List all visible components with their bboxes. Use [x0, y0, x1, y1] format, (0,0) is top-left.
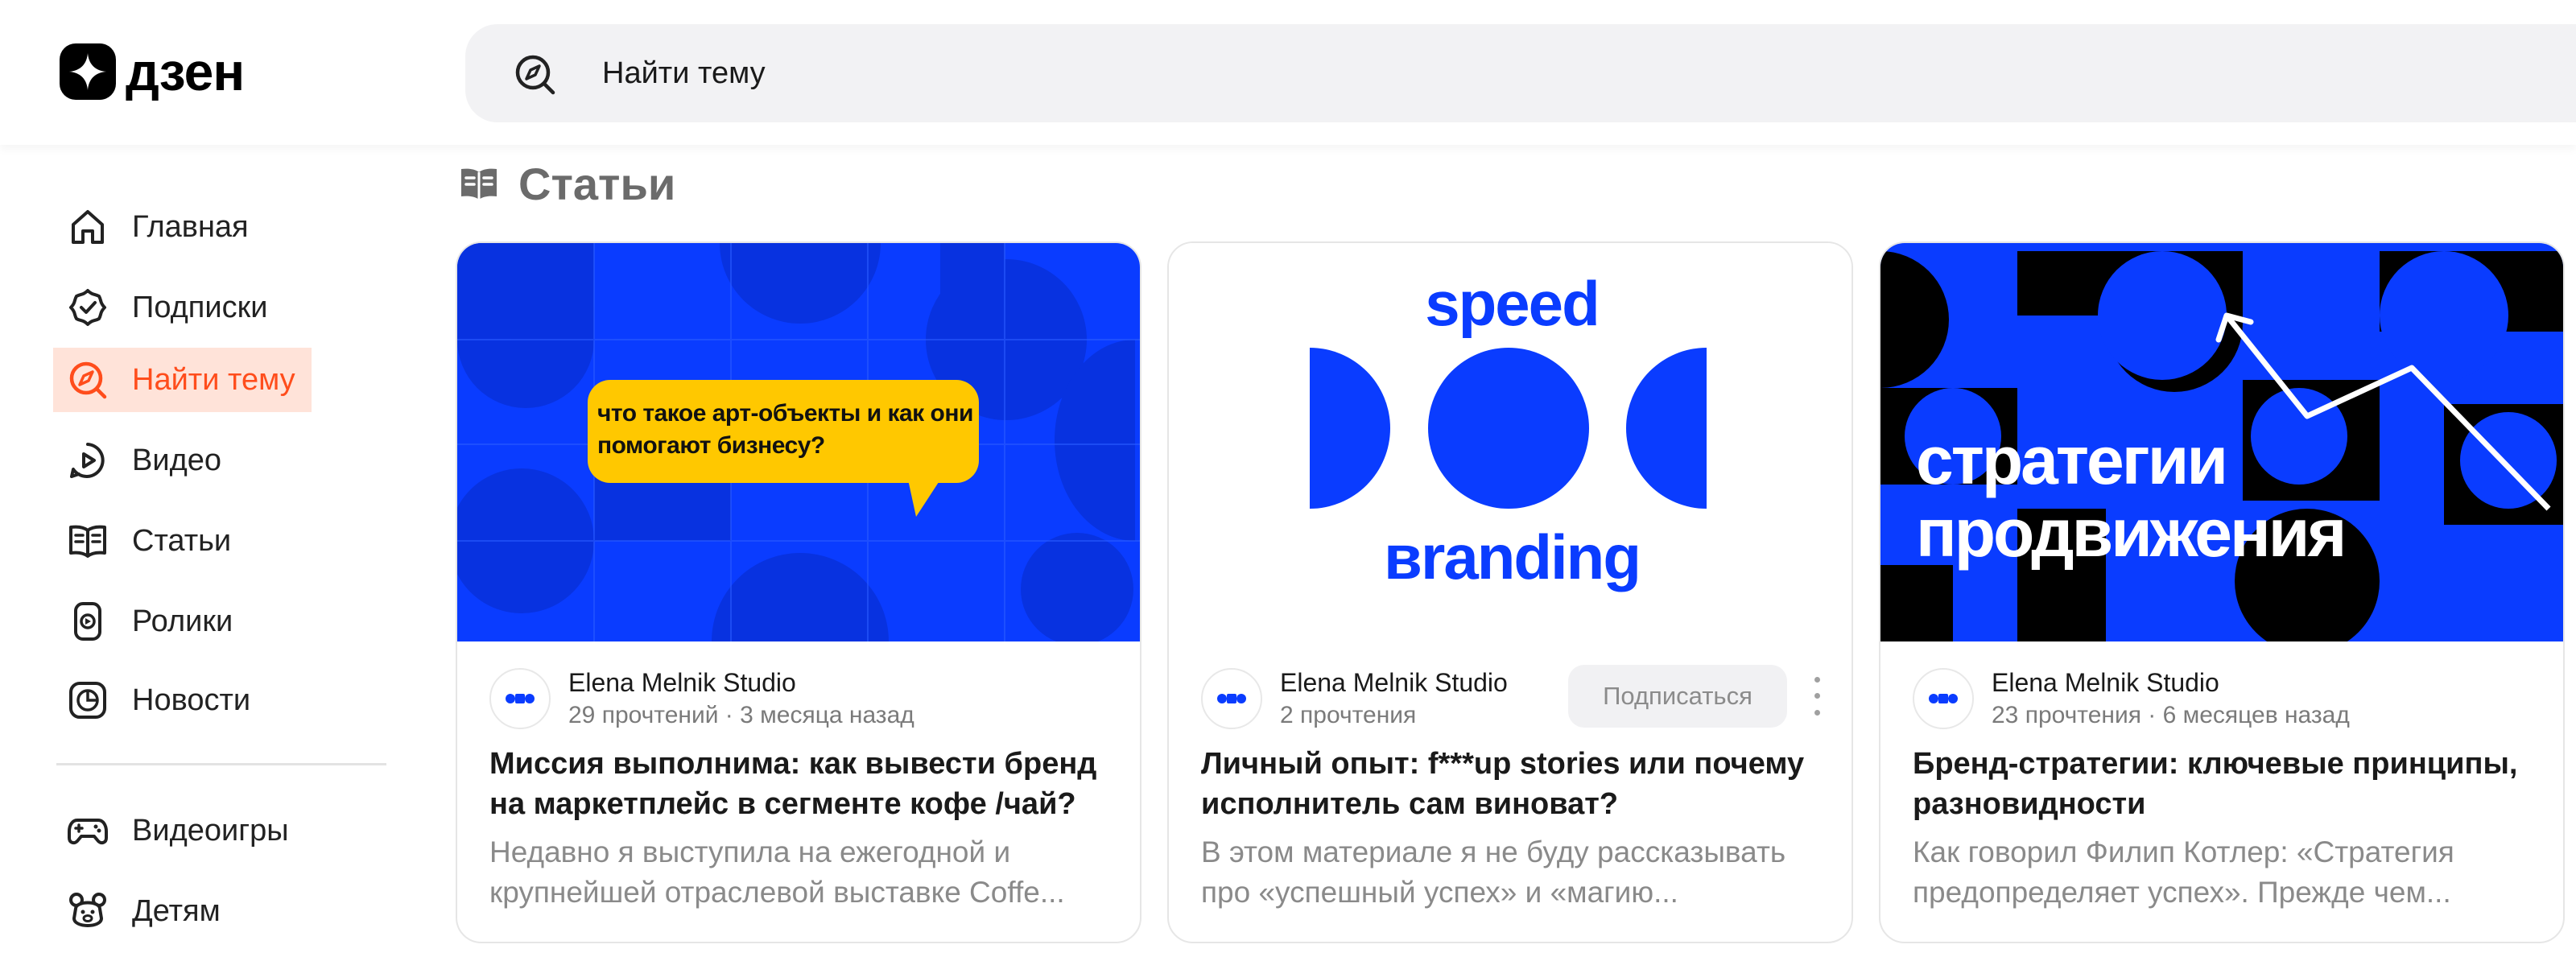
- avatar[interactable]: [489, 668, 551, 729]
- sidebar-item-label: Подписки: [132, 290, 268, 324]
- gamepad-icon: [68, 819, 108, 845]
- article-title[interactable]: Миссия выполнима: как вывести бренд на м…: [489, 744, 1125, 824]
- author-row: Elena Melnik Studio 29 прочтений · 3 мес…: [489, 665, 1117, 731]
- article-card[interactable]: стратегии продвижения Elena Melnik Studi…: [1879, 241, 2565, 943]
- sidebar-item-kids[interactable]: Детям: [53, 879, 237, 943]
- header: дзен: [0, 0, 2576, 145]
- author-row: Elena Melnik Studio 2 прочтения Подписат…: [1201, 665, 1829, 731]
- article-cover-image: speed вranding: [1169, 243, 1852, 641]
- author-name[interactable]: Elena Melnik Studio: [568, 668, 796, 698]
- search-input[interactable]: [602, 48, 1568, 98]
- sidebar-item-label: Статьи: [132, 523, 232, 558]
- cover-speed-text: speed: [1425, 268, 1600, 339]
- video-icon: [70, 443, 105, 478]
- channel-logo-icon: [1929, 694, 1958, 703]
- channel-logo-icon: [506, 694, 535, 703]
- article-title[interactable]: Бренд-стратегии: ключевые принципы, разн…: [1913, 744, 2549, 824]
- avatar[interactable]: [1201, 668, 1262, 729]
- sidebar: Главная Подписки Найти тему Видео Статьи…: [0, 145, 419, 957]
- compass-search-icon: [515, 55, 555, 95]
- subscribe-button[interactable]: Подписаться: [1568, 665, 1787, 728]
- logo-text: дзен: [126, 42, 245, 101]
- sidebar-item-videogames[interactable]: Видеоигры: [53, 798, 305, 863]
- section-title: Статьи: [457, 158, 675, 210]
- sidebar-item-label: Найти тему: [132, 362, 295, 397]
- sidebar-item-shorts[interactable]: Ролики: [53, 589, 249, 654]
- author-name[interactable]: Elena Melnik Studio: [1992, 668, 2219, 698]
- author-row: Elena Melnik Studio 23 прочтения · 6 мес…: [1913, 665, 2541, 731]
- sidebar-item-label: Ролики: [132, 604, 233, 638]
- sidebar-item-articles[interactable]: Статьи: [53, 509, 247, 573]
- avatar[interactable]: [1913, 668, 1974, 729]
- cover-bubble-text: что такое арт-объекты и как они помогают…: [597, 400, 973, 459]
- cover-strategy-text: стратегии продвижения: [1916, 423, 2347, 571]
- articles-icon: [461, 168, 497, 200]
- article-meta: 23 прочтения · 6 месяцев назад: [1992, 702, 2350, 728]
- sidebar-item-video[interactable]: Видео: [53, 428, 237, 493]
- sidebar-item-label: Видео: [132, 443, 222, 477]
- article-title[interactable]: Личный опыт: f***up stories или почему и…: [1201, 744, 1837, 824]
- article-cover-image: что такое арт-объекты и как они помогают…: [457, 243, 1140, 641]
- article-snippet: Недавно я выступила на ежегодной и крупн…: [489, 835, 1065, 909]
- sidebar-item-news[interactable]: Новости: [53, 668, 266, 732]
- article-card[interactable]: что такое арт-объекты и как они помогают…: [456, 241, 1141, 943]
- article-card[interactable]: speed вranding Elena Melnik Studio 2 про…: [1167, 241, 1853, 943]
- sidebar-item-home[interactable]: Главная: [53, 195, 265, 259]
- subscriptions-icon: [69, 289, 106, 326]
- article-snippet: Как говорил Филип Котлер: «Стратегия пре…: [1913, 835, 2454, 909]
- sidebar-item-label: Новости: [132, 683, 251, 717]
- news-icon: [69, 682, 106, 719]
- sidebar-item-subscriptions[interactable]: Подписки: [53, 275, 283, 340]
- more-options-icon[interactable]: [1806, 671, 1827, 721]
- kids-icon: [69, 893, 106, 927]
- compass-icon: [69, 361, 107, 399]
- sidebar-item-label: Видеоигры: [132, 813, 289, 848]
- article-meta: 29 прочтений · 3 месяца назад: [568, 702, 914, 728]
- home-icon: [72, 210, 104, 244]
- sidebar-item-label: Детям: [132, 893, 221, 928]
- section-title-text: Статьи: [518, 159, 676, 209]
- articles-icon: [69, 525, 106, 558]
- logo-star-icon: [60, 43, 116, 100]
- shorts-icon: [74, 602, 101, 641]
- sidebar-item-find-topic[interactable]: Найти тему: [53, 348, 312, 412]
- app-root: дзен Главная Подписки: [0, 0, 2576, 957]
- cover-branding-text: вranding: [1384, 522, 1641, 592]
- channel-logo-icon: [1217, 694, 1246, 703]
- sidebar-divider: [56, 763, 386, 765]
- article-meta: 2 прочтения: [1280, 702, 1417, 728]
- search-bar[interactable]: [465, 24, 2576, 122]
- logo[interactable]: дзен: [60, 42, 245, 101]
- sidebar-item-label: Главная: [132, 209, 249, 244]
- author-name[interactable]: Elena Melnik Studio: [1280, 668, 1508, 698]
- article-snippet: В этом материале я не буду рассказывать …: [1201, 835, 1786, 909]
- article-cover-image: стратегии продвижения: [1880, 243, 2563, 641]
